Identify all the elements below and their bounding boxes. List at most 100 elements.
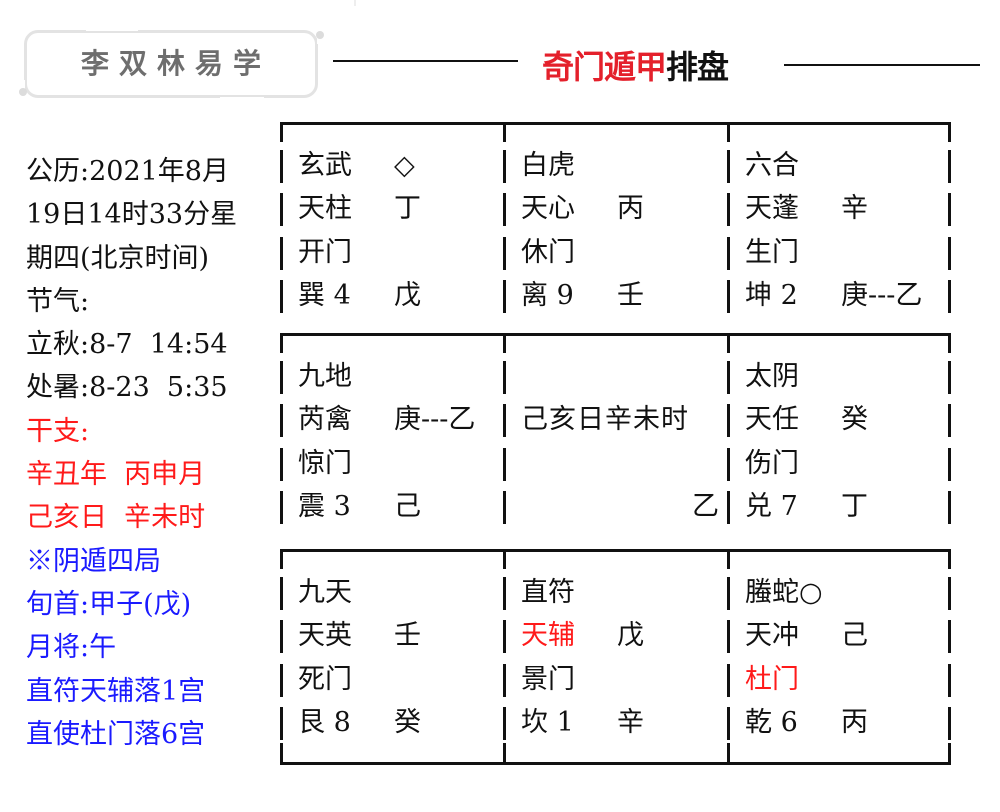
grid-column-divider: [727, 404, 730, 438]
center-palace-text: 己亥日辛未时: [521, 404, 689, 436]
palace-trigram-stem: 辛: [617, 706, 644, 738]
palace-trigram: 巽 4: [298, 279, 351, 311]
palace-deity: 螣蛇○: [745, 577, 823, 608]
info-line: 干支:: [26, 415, 90, 447]
palace-star-stem: 壬: [394, 620, 421, 652]
grid-column-tick: [503, 333, 506, 353]
palace-trigram-stem: 癸: [394, 706, 421, 738]
palace-star-stem: 辛: [841, 193, 868, 225]
grid-border-segment: [948, 193, 951, 227]
palace-door: 开门: [298, 236, 352, 268]
palace-deity: 太阴: [745, 361, 799, 392]
grid-column-divider: [503, 663, 506, 697]
page-title-black: 排盘: [666, 48, 729, 86]
info-line: 月将:午: [26, 632, 117, 664]
palace-star: 芮禽: [298, 404, 352, 436]
grid-column-tick: [948, 122, 951, 142]
grid-border-segment: [280, 361, 283, 394]
grid-border-segment: [280, 706, 283, 740]
grid-border-segment: [280, 663, 283, 697]
palace-star-row: 天英 壬: [298, 614, 495, 657]
palace-中: 己亥日辛未时乙: [521, 355, 719, 528]
palace-trigram-stem: 庚---乙: [841, 279, 923, 311]
palace-坤: 六合 天蓬 辛生门坤 2 庚---乙: [745, 144, 940, 317]
grid-column-divider: [503, 279, 506, 313]
grid-border-segment: [280, 447, 283, 481]
info-line: 立秋:8-7 14:54: [26, 329, 228, 361]
page-title-red: 奇门遁甲: [542, 48, 667, 86]
palace-star-stem: 癸: [841, 404, 868, 436]
grid-border: [280, 762, 951, 765]
grid-border-segment: [948, 490, 951, 524]
palace-door-row: 景门: [521, 658, 719, 701]
palace-trigram: 震 3: [298, 490, 351, 522]
info-line: 节气:: [26, 285, 90, 317]
grid-column-divider: [727, 447, 730, 481]
info-line: 期四(北京时间): [26, 242, 210, 274]
palace-deity: 玄武: [298, 150, 352, 181]
grid-border-segment: [948, 361, 951, 394]
palace-trigram: 兑 7: [745, 490, 798, 522]
palace-star-row: 天任 癸: [745, 398, 940, 441]
palace-trigram-row: 坎 1 辛: [521, 701, 719, 744]
palace-deity-row: 九地: [298, 355, 495, 398]
palace-door-row: 生门: [745, 231, 940, 274]
palace-trigram-row: 乾 6 丙: [745, 701, 940, 744]
grid-column-tick: [948, 333, 951, 353]
info-line: 直使杜门落6宫: [26, 718, 206, 750]
palace-star-row: 天柱 丁: [298, 187, 495, 230]
palace-door-row: 休门: [521, 231, 719, 274]
grid-border-segment: [948, 236, 951, 270]
palace-star-stem: 戊: [617, 620, 644, 652]
palace-trigram-row: 兑 7 丁: [745, 485, 940, 528]
info-line: 19日14时33分星: [26, 199, 238, 231]
palace-deity-row: 直符: [521, 571, 719, 614]
palace-door-row: 惊门: [298, 442, 495, 485]
palace-trigram-row: 坤 2 庚---乙: [745, 274, 940, 317]
palace-star-row: 天辅 戊: [521, 614, 719, 657]
grid-column-divider: [503, 447, 506, 481]
grid-border-segment: [948, 620, 951, 654]
grid-column-tick: [727, 122, 730, 142]
palace-deity: 六合: [745, 150, 799, 181]
grid-column-divider: [727, 490, 730, 524]
palace-star-stem: 庚---乙: [394, 404, 476, 436]
palace-door-row: 杜门: [745, 658, 940, 701]
grid-border-segment: [948, 577, 951, 610]
palace-艮: 九天 天英 壬死门艮 8 癸: [298, 571, 495, 744]
grid-column-tick: [948, 549, 951, 569]
header-rule-left: [333, 60, 518, 62]
palace-巽: 玄武 ◇ 天柱 丁开门巽 4 戊: [298, 144, 495, 317]
palace-star-stem: 己: [841, 620, 868, 652]
brand-dot: [316, 31, 324, 39]
palace-trigram: 坤 2: [745, 279, 798, 311]
grid-column-tick: [727, 333, 730, 353]
grid-border: [280, 122, 951, 125]
grid-border-segment: [280, 150, 283, 183]
grid-column-divider: [503, 236, 506, 270]
grid-border-segment: [280, 236, 283, 270]
grid-border-segment: [280, 620, 283, 654]
palace-star-stem: 丁: [394, 193, 421, 225]
palace-deity-row: 九天: [298, 571, 495, 614]
palace-deity: 白虎: [521, 150, 575, 181]
info-line: 处暑:8-23 5:35: [26, 372, 228, 404]
grid-column-divider: [503, 404, 506, 438]
grid-row-divider: [280, 549, 951, 552]
palace-trigram-row: 震 3 己: [298, 485, 495, 528]
grid-column-tick: [280, 333, 283, 353]
grid-column-divider: [727, 279, 730, 313]
palace-trigram-stem: 丁: [841, 490, 868, 522]
palace-deity: 九天: [298, 577, 352, 608]
chart-info-panel: 公历:2021年8月 19日14时33分星 期四(北京时间) 节气: 立秋:8-7 14…: [26, 150, 237, 756]
brand-badge: 李双林易学: [19, 27, 324, 101]
palace-door: 伤门: [745, 447, 799, 479]
palace-star: 天英: [298, 620, 352, 652]
info-line: 直符天辅落1宫: [26, 675, 206, 707]
palace-door: 惊门: [298, 447, 352, 479]
grid-column-divider: [503, 193, 506, 227]
grid-column-divider: [727, 620, 730, 654]
palace-door: 生门: [745, 236, 799, 268]
grid-column-divider: [503, 577, 506, 610]
brand-frame-gap: [220, 97, 264, 101]
